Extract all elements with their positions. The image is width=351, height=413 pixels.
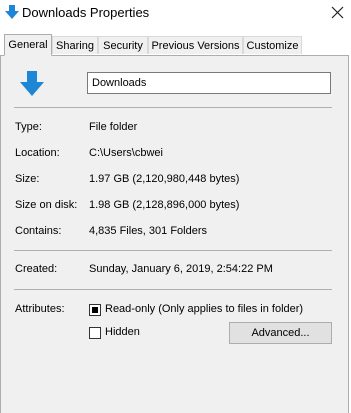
window-title: Downloads Properties	[22, 5, 150, 20]
tab-general[interactable]: General	[4, 34, 52, 56]
advanced-button[interactable]: Advanced...	[229, 322, 332, 344]
separator	[14, 107, 332, 108]
folder-name-field[interactable]	[87, 72, 331, 94]
readonly-checkbox[interactable]	[89, 304, 101, 316]
separator	[14, 289, 332, 290]
size-on-disk-value: 1.98 GB (2,128,896,000 bytes)	[89, 199, 240, 211]
attributes-label: Attributes:	[15, 303, 65, 315]
download-arrow-icon	[5, 5, 19, 19]
created-value: Sunday, January 6, 2019, 2:54:22 PM	[89, 263, 273, 275]
type-label: Type:	[15, 121, 42, 133]
created-label: Created:	[15, 263, 58, 275]
tab-security[interactable]: Security	[98, 36, 148, 54]
download-arrow-icon	[20, 71, 44, 96]
contains-label: Contains:	[15, 225, 62, 237]
hidden-checkbox[interactable]	[89, 327, 101, 339]
size-label: Size:	[15, 173, 40, 185]
size-on-disk-label: Size on disk:	[15, 199, 78, 211]
hidden-label: Hidden	[105, 326, 140, 338]
title-bar: Downloads Properties	[0, 0, 351, 27]
readonly-label: Read-only (Only applies to files in fold…	[105, 303, 304, 315]
tab-customize[interactable]: Customize	[243, 36, 302, 54]
tab-strip: General Sharing Security Previous Versio…	[0, 34, 351, 56]
tab-previous-versions[interactable]: Previous Versions	[148, 36, 243, 54]
separator	[14, 250, 332, 251]
close-button[interactable]	[324, 0, 351, 27]
close-icon	[331, 6, 344, 19]
location-label: Location:	[15, 147, 60, 159]
contains-value: 4,835 Files, 301 Folders	[89, 225, 208, 237]
type-value: File folder	[89, 121, 138, 133]
size-value: 1.97 GB (2,120,980,448 bytes)	[89, 173, 240, 185]
tab-sharing[interactable]: Sharing	[52, 36, 98, 54]
location-value: C:\Users\cbwei	[89, 147, 163, 159]
